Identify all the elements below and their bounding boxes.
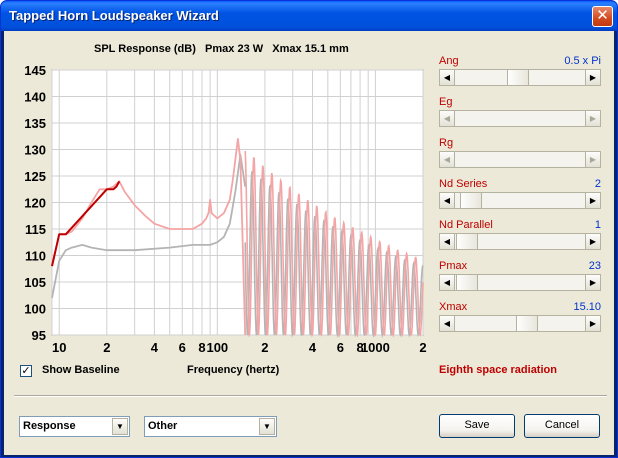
arrow-left-icon[interactable]: ◀ [440,193,455,208]
param-value: 15.10 [573,301,601,313]
arrow-left-icon[interactable]: ◀ [440,275,455,290]
wizard-window: Tapped Horn Loudspeaker Wizard ✕ SPL Res… [0,0,618,458]
y-tick-label: 115 [25,222,46,237]
x-tick-label: 100 [206,340,228,355]
param-value: 1 [594,219,601,231]
param-value: 23 [588,260,601,272]
y-tick-label: 140 [24,90,46,105]
arrow-right-icon[interactable]: ▶ [585,234,600,249]
slider-thumb[interactable] [516,316,538,331]
x-tick-label: 4 [151,340,159,355]
view-select[interactable]: Response ▼ [19,416,130,437]
param-label: Ang [439,55,459,67]
x-tick-label: 10 [52,340,66,355]
arrow-right-icon: ▶ [585,152,600,167]
param-label: Nd Series [439,178,488,190]
param-slider: ◀ ▶ [439,110,601,127]
show-baseline-label[interactable]: Show Baseline [42,364,120,376]
slider-thumb[interactable] [507,70,529,85]
y-tick-label: 110 [25,249,46,264]
param-label: Pmax [439,260,468,272]
slider-thumb[interactable] [456,275,478,290]
dialog-client-area: SPL Response (dB) Pmax 23 W Xmax 15.1 mm… [4,31,614,455]
x-tick-label: 1000 [361,340,390,355]
spl-response-chart: 9510010511011512012513013514014510 2 4 6 8 10… [24,63,426,355]
other-select-value: Other [148,420,178,432]
y-tick-label: 100 [24,302,46,317]
chevron-down-icon[interactable]: ▼ [259,418,275,435]
x-tick-label: 8 [198,340,205,355]
view-select-value: Response [23,420,76,432]
separator-line [14,395,607,397]
param-slider[interactable]: ◀ ▶ [439,69,601,86]
arrow-right-icon[interactable]: ▶ [585,316,600,331]
y-tick-label: 120 [24,196,46,211]
param-slider[interactable]: ◀ ▶ [439,315,601,332]
arrow-right-icon[interactable]: ▶ [585,193,600,208]
arrow-left-icon[interactable]: ◀ [440,234,455,249]
param-label: Xmax [439,301,468,313]
y-tick-label: 95 [32,328,46,343]
param-slider[interactable]: ◀ ▶ [439,233,601,250]
slider-thumb[interactable] [460,193,482,208]
arrow-right-icon[interactable]: ▶ [585,275,600,290]
cancel-button[interactable]: Cancel [524,414,600,438]
arrow-left-icon: ◀ [440,111,455,126]
arrow-right-icon[interactable]: ▶ [585,70,600,85]
radiation-mode-label: Eighth space radiation [439,364,557,376]
slider-thumb[interactable] [456,234,478,249]
x-tick-label: 2 [261,340,268,355]
x-tick-label: 4 [309,340,317,355]
y-tick-label: 130 [24,143,46,158]
arrow-right-icon: ▶ [585,111,600,126]
x-tick-label: 6 [337,340,344,355]
param-label: Eg [439,96,453,108]
param-slider[interactable]: ◀ ▶ [439,192,601,209]
title-bar[interactable]: Tapped Horn Loudspeaker Wizard ✕ [1,1,617,31]
param-label: Rg [439,137,454,149]
arrow-left-icon[interactable]: ◀ [440,70,455,85]
x-tick-label: 2 [103,340,110,355]
close-button[interactable]: ✕ [592,6,613,27]
param-label: Nd Parallel [439,219,493,231]
y-tick-label: 145 [24,63,46,78]
other-select[interactable]: Other ▼ [144,416,277,437]
window-title: Tapped Horn Loudspeaker Wizard [9,8,219,23]
param-slider: ◀ ▶ [439,151,601,168]
y-tick-label: 135 [24,116,46,131]
x-tick-label: 2 [419,340,426,355]
param-value: 2 [594,178,601,190]
arrow-left-icon: ◀ [440,152,455,167]
param-value: 0.5 x Pi [564,55,601,67]
x-tick-label: 6 [179,340,186,355]
x-axis-label: Frequency (hertz) [187,364,280,376]
arrow-left-icon[interactable]: ◀ [440,316,455,331]
param-slider[interactable]: ◀ ▶ [439,274,601,291]
chevron-down-icon[interactable]: ▼ [112,418,128,435]
y-tick-label: 105 [24,275,46,290]
show-baseline-checkbox[interactable]: ✓ [20,365,32,377]
y-tick-label: 125 [24,169,46,184]
save-button[interactable]: Save [439,414,515,438]
